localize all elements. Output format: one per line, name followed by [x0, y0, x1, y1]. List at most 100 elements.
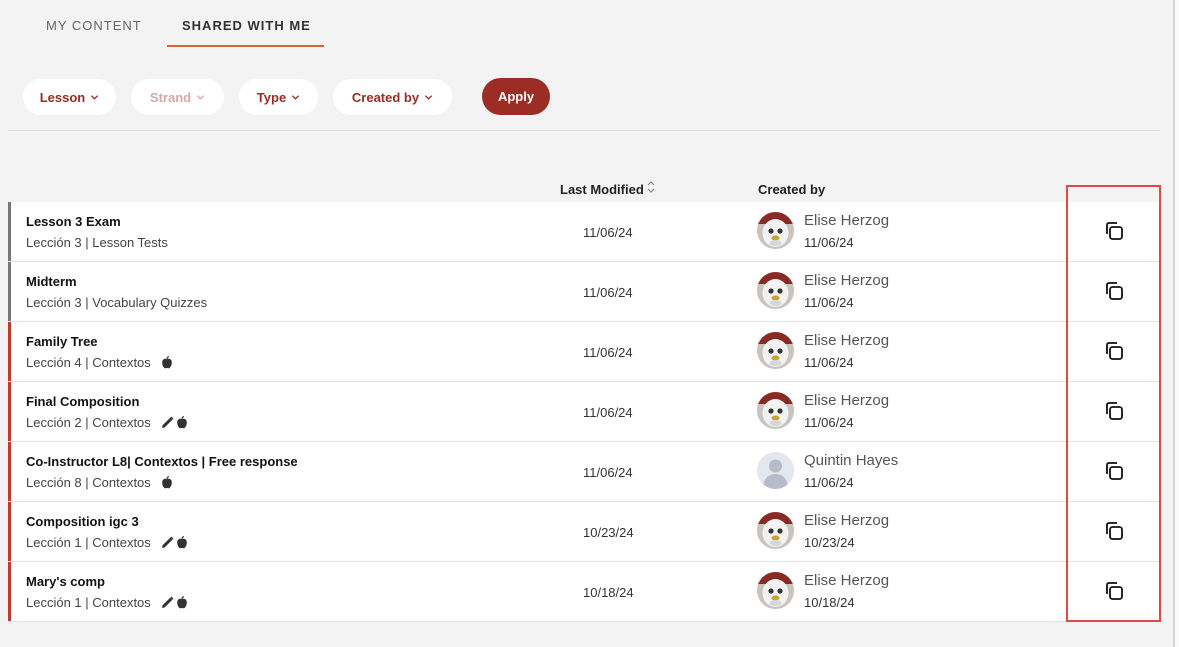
row-lesson-strand: Lección 2 | Contextos: [26, 415, 151, 430]
row-lesson-strand: Lección 3 | Vocabulary Quizzes: [26, 295, 208, 310]
sort-icon: [647, 180, 655, 193]
table-row[interactable]: Mary's comp Lección 1 | Contextos 10/18/24…: [8, 562, 1160, 622]
table-row[interactable]: Midterm Lección 3 | Vocabulary Quizzes 11/…: [8, 262, 1160, 322]
row-last-modified: 11/06/24: [583, 345, 633, 360]
apple-icon: [176, 596, 187, 609]
row-title[interactable]: Final Composition: [26, 394, 139, 409]
row-subtitle: Lección 1 | Contextos: [26, 595, 188, 610]
row-title[interactable]: Family Tree: [26, 334, 98, 349]
row-creator-date: 11/06/24: [804, 235, 854, 250]
row-creator-date: 11/06/24: [804, 415, 854, 430]
type-filter-label: Type: [256, 89, 287, 105]
row-creator-name: Elise Herzog: [804, 512, 890, 529]
row-title[interactable]: Co-Instructor L8| Contextos | Free respo…: [26, 454, 298, 469]
created-by-column-header: Created by: [758, 182, 826, 197]
row-title[interactable]: Midterm: [26, 274, 77, 289]
tab-my-content[interactable]: MY CONTENT: [46, 18, 142, 33]
row-subtitle: Lección 1 | Contextos: [26, 535, 188, 550]
chevron-down-icon: [292, 94, 300, 100]
tab-shared-with-me[interactable]: SHARED WITH ME: [182, 18, 311, 33]
row-creator-date: 10/23/24: [804, 535, 855, 550]
copy-icon[interactable]: [1103, 340, 1125, 362]
row-lesson-strand: Lección 8 | Contextos: [26, 475, 151, 490]
row-last-modified: 10/23/24: [583, 525, 634, 540]
row-badges: [161, 476, 173, 489]
row-last-modified: 11/06/24: [583, 465, 633, 480]
row-last-modified: 11/06/24: [583, 225, 633, 240]
row-subtitle: Lección 4 | Contextos: [26, 355, 173, 370]
shared-content-table: Lesson 3 Exam Lección 3 | Lesson Tests 11/…: [8, 202, 1160, 622]
row-subtitle: Lección 3 | Vocabulary Quizzes: [26, 295, 207, 310]
row-creator-date: 11/06/24: [804, 295, 854, 310]
copy-icon[interactable]: [1103, 520, 1125, 542]
row-last-modified: 11/06/24: [583, 285, 633, 300]
row-creator-date: 11/06/24: [804, 355, 854, 370]
copy-icon[interactable]: [1103, 580, 1125, 602]
row-creator-name: Elise Herzog: [804, 572, 890, 589]
row-status-bar: [8, 562, 11, 621]
row-status-bar: [8, 262, 11, 321]
row-creator-name: Elise Herzog: [804, 272, 890, 289]
row-status-bar: [8, 502, 11, 561]
pencil-icon: [161, 536, 174, 548]
row-creator-date: 11/06/24: [804, 475, 854, 490]
scrollbar-track[interactable]: [1175, 0, 1179, 647]
row-status-bar: [8, 382, 11, 441]
row-badges: [161, 536, 188, 549]
avatar: [757, 332, 794, 369]
avatar: [757, 212, 794, 249]
copy-icon[interactable]: [1103, 400, 1125, 422]
table-row[interactable]: Final Composition Lección 2 | Contextos 11…: [8, 382, 1160, 442]
avatar: [757, 452, 794, 489]
avatar: [757, 572, 794, 609]
avatar: [757, 392, 794, 429]
row-creator-name: Elise Herzog: [804, 332, 890, 349]
row-subtitle: Lección 2 | Contextos: [26, 415, 188, 430]
filter-divider: [8, 130, 1160, 131]
apply-button[interactable]: Apply: [482, 78, 550, 115]
pencil-icon: [161, 416, 174, 428]
created-by-filter-dropdown[interactable]: Created by: [333, 79, 452, 115]
row-badges: [161, 596, 188, 609]
row-lesson-strand: Lección 3 | Lesson Tests: [26, 235, 168, 250]
row-creator-name: Quintin Hayes: [804, 452, 899, 469]
row-badges: [161, 356, 173, 369]
table-row[interactable]: Co-Instructor L8| Contextos | Free respo…: [8, 442, 1160, 502]
avatar: [757, 512, 794, 549]
chevron-down-icon: [91, 94, 99, 100]
row-title[interactable]: Mary's comp: [26, 574, 105, 589]
pencil-icon: [161, 596, 174, 608]
row-title[interactable]: Composition igc 3: [26, 514, 139, 529]
lesson-filter-label: Lesson: [39, 89, 86, 105]
row-lesson-strand: Lección 1 | Contextos: [26, 535, 151, 550]
content-tabs: MY CONTENT SHARED WITH ME: [0, 0, 1160, 48]
row-title[interactable]: Lesson 3 Exam: [26, 214, 121, 229]
table-row[interactable]: Lesson 3 Exam Lección 3 | Lesson Tests 11/…: [8, 202, 1160, 262]
strand-filter-dropdown[interactable]: Strand: [131, 79, 224, 115]
row-status-bar: [8, 442, 11, 501]
apple-icon: [161, 476, 172, 489]
apple-icon: [161, 356, 172, 369]
table-row[interactable]: Family Tree Lección 4 | Contextos 11/06/24…: [8, 322, 1160, 382]
last-modified-column-header[interactable]: Last Modified: [560, 180, 656, 197]
copy-icon[interactable]: [1103, 460, 1125, 482]
chevron-down-icon: [196, 94, 205, 100]
row-status-bar: [8, 322, 11, 381]
created-by-filter-label: Created by: [351, 89, 420, 105]
row-lesson-strand: Lección 1 | Contextos: [26, 595, 151, 610]
row-creator-name: Elise Herzog: [804, 212, 890, 229]
row-creator-name: Elise Herzog: [804, 392, 890, 409]
copy-icon[interactable]: [1103, 280, 1125, 302]
row-subtitle: Lección 3 | Lesson Tests: [26, 235, 168, 250]
row-last-modified: 10/18/24: [583, 585, 634, 600]
copy-icon[interactable]: [1103, 220, 1125, 242]
table-row[interactable]: Composition igc 3 Lección 1 | Contextos 10…: [8, 502, 1160, 562]
row-creator-date: 10/18/24: [804, 595, 855, 610]
row-last-modified: 11/06/24: [583, 405, 633, 420]
avatar: [757, 272, 794, 309]
type-filter-dropdown[interactable]: Type: [239, 79, 318, 115]
row-subtitle: Lección 8 | Contextos: [26, 475, 173, 490]
lesson-filter-dropdown[interactable]: Lesson: [23, 79, 116, 115]
last-modified-header-label: Last Modified: [560, 182, 644, 197]
row-lesson-strand: Lección 4 | Contextos: [26, 355, 151, 370]
